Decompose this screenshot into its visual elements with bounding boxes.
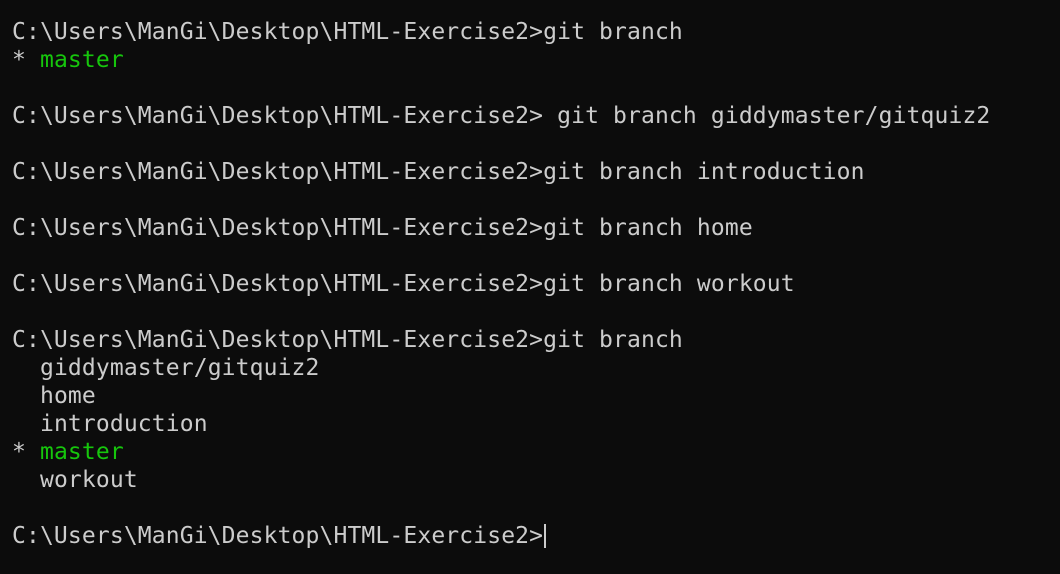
terminal-window[interactable]: C:\Users\ManGi\Desktop\HTML-Exercise2>gi… (0, 0, 1060, 574)
current-branch-name: master (39, 439, 124, 465)
branch-name: home (39, 383, 96, 409)
prompt: C:\Users\ManGi\Desktop\HTML-Exercise2> (12, 215, 544, 241)
branch-name: introduction (39, 411, 208, 437)
current-branch-marker: * (12, 47, 40, 73)
branch-list-item-current: * master (12, 438, 1060, 466)
output-line: * master (12, 46, 1060, 74)
command-text: git branch giddymaster/gitquiz2 (543, 103, 991, 129)
command-line: C:\Users\ManGi\Desktop\HTML-Exercise2>gi… (12, 326, 1060, 354)
branch-name: giddymaster/gitquiz2 (39, 355, 320, 381)
text-cursor[interactable] (544, 524, 547, 548)
active-prompt-line[interactable]: C:\Users\ManGi\Desktop\HTML-Exercise2> (12, 522, 1060, 550)
command-text: git branch (543, 19, 683, 45)
prompt: C:\Users\ManGi\Desktop\HTML-Exercise2> (12, 159, 544, 185)
branch-list-item: introduction (12, 410, 1060, 438)
branch-list-item: giddymaster/gitquiz2 (12, 354, 1060, 382)
command-text: git branch (543, 327, 683, 353)
prompt: C:\Users\ManGi\Desktop\HTML-Exercise2> (12, 103, 544, 129)
branch-list-item: workout (12, 466, 1060, 494)
prompt: C:\Users\ManGi\Desktop\HTML-Exercise2> (12, 271, 544, 297)
branch-name: workout (39, 467, 138, 493)
command-text: git branch introduction (543, 159, 865, 185)
current-branch-name: master (39, 47, 124, 73)
command-text: git branch workout (543, 271, 795, 297)
command-line: C:\Users\ManGi\Desktop\HTML-Exercise2>gi… (12, 270, 1060, 298)
command-line: C:\Users\ManGi\Desktop\HTML-Exercise2>gi… (12, 214, 1060, 242)
prompt: C:\Users\ManGi\Desktop\HTML-Exercise2> (12, 327, 544, 353)
prompt: C:\Users\ManGi\Desktop\HTML-Exercise2> (12, 19, 544, 45)
command-line: C:\Users\ManGi\Desktop\HTML-Exercise2>gi… (12, 158, 1060, 186)
prompt: C:\Users\ManGi\Desktop\HTML-Exercise2> (12, 523, 544, 549)
command-text: git branch home (543, 215, 753, 241)
command-line: C:\Users\ManGi\Desktop\HTML-Exercise2> g… (12, 102, 1060, 130)
branch-list-item: home (12, 382, 1060, 410)
current-branch-marker: * (12, 439, 40, 465)
command-line: C:\Users\ManGi\Desktop\HTML-Exercise2>gi… (12, 18, 1060, 46)
